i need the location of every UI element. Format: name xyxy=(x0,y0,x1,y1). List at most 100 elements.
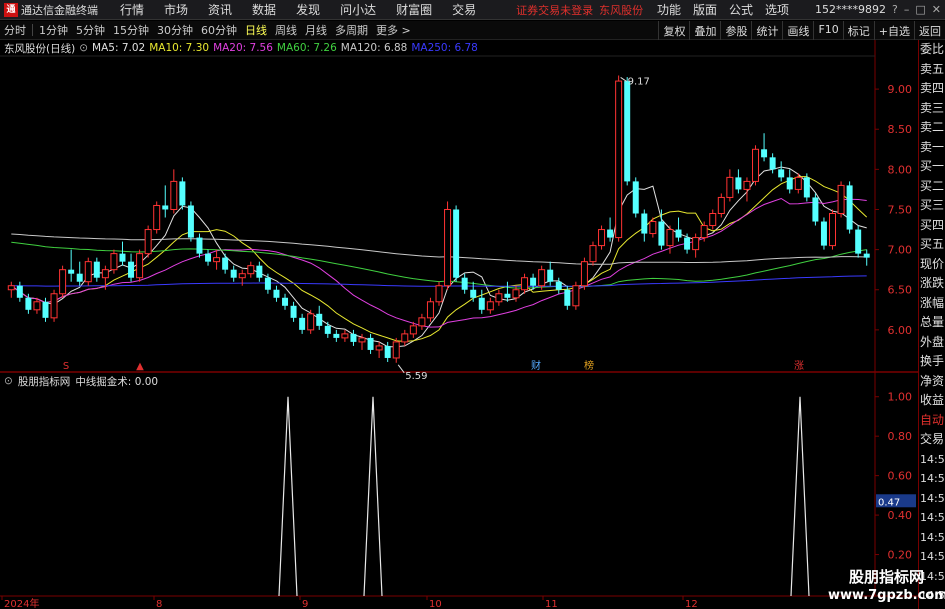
candle-body xyxy=(205,253,212,262)
date-tick-label: 10 xyxy=(429,599,442,609)
candle xyxy=(752,145,760,186)
quote-field-label: 涨跌 xyxy=(920,276,945,290)
quote-field-label: 买三 xyxy=(920,198,945,212)
price-tick-label: 7.50 xyxy=(888,203,913,216)
period-daily[interactable]: 日线 xyxy=(245,22,267,38)
candle xyxy=(119,241,126,266)
period-weekly[interactable]: 周线 xyxy=(275,22,297,38)
menu-faxian[interactable]: 发现 xyxy=(296,1,320,18)
candle-body xyxy=(333,333,340,338)
app-logo-icon: 通 xyxy=(4,2,18,17)
candle-body xyxy=(238,273,246,279)
ma10-label: MA10: 7.30 xyxy=(149,42,210,54)
menu-caifuquan[interactable]: 财富圈 xyxy=(396,1,432,18)
user-account[interactable]: 152****9892 xyxy=(815,3,886,16)
candle-body xyxy=(367,337,374,350)
tool-f10[interactable]: F10 xyxy=(813,21,842,40)
tool-fuquan[interactable]: 复权 xyxy=(658,21,689,40)
ind-tick-label: 0.80 xyxy=(888,430,913,443)
candle xyxy=(144,225,152,258)
period-15min[interactable]: 15分钟 xyxy=(113,22,149,38)
candle xyxy=(264,273,271,294)
menu-banmian[interactable]: 版面 xyxy=(693,1,717,18)
trade-time: 14:56 xyxy=(920,491,945,505)
menu-jiaoyi[interactable]: 交易 xyxy=(452,1,476,18)
period-30min[interactable]: 30分钟 xyxy=(157,22,193,38)
trade-login-warning[interactable]: 证券交易未登录 xyxy=(516,2,593,18)
candle-body xyxy=(273,289,280,298)
period-monthly[interactable]: 月线 xyxy=(305,22,327,38)
menu-hangqing[interactable]: 行情 xyxy=(120,1,144,18)
indicator-axis: 1.00 0.80 0.60 0.470.40 0.20 xyxy=(875,391,916,562)
candle xyxy=(367,333,374,354)
ind-tick-label: 0.60 xyxy=(888,470,913,483)
tool-cangu[interactable]: 参股 xyxy=(720,21,751,40)
candle xyxy=(675,217,682,242)
candle-body xyxy=(778,169,785,178)
candle-body xyxy=(564,289,571,306)
menu-gongneng[interactable]: 功能 xyxy=(657,1,681,18)
candle-body xyxy=(453,209,460,278)
tool-biaoji[interactable]: 标记 xyxy=(842,21,874,40)
quote-field-label: 收益 xyxy=(920,393,945,407)
indicator-name: 股朋指标网 xyxy=(17,375,71,388)
candle-body xyxy=(84,261,92,283)
candle-body xyxy=(392,341,400,359)
candle-body xyxy=(247,265,255,275)
candle-body xyxy=(572,285,580,307)
quote-field-label: 外盘 xyxy=(920,334,945,349)
menu-xuanxiang[interactable]: 选项 xyxy=(765,1,789,18)
trade-detail-tab[interactable]: 交易 xyxy=(919,430,945,450)
price-tick-label: 9.00 xyxy=(888,83,913,96)
candle xyxy=(470,281,477,302)
candle xyxy=(486,297,494,314)
candle-body xyxy=(307,313,315,331)
candle-body xyxy=(589,245,597,263)
menu-gongshi[interactable]: 公式 xyxy=(729,1,753,18)
maximize-icon[interactable]: □ xyxy=(915,3,925,16)
menu-wenxiaoda[interactable]: 问小达 xyxy=(340,1,376,18)
period-1min[interactable]: 1分钟 xyxy=(39,22,68,38)
minimize-icon[interactable]: – xyxy=(904,3,910,16)
period-fenshi[interactable]: 分时 xyxy=(4,22,26,38)
candle xyxy=(495,289,503,306)
period-multi[interactable]: 多周期 xyxy=(335,22,368,38)
period-60min[interactable]: 60分钟 xyxy=(201,22,237,38)
candle-body xyxy=(128,261,135,278)
indicator-toggle-icon[interactable]: ⊙ xyxy=(4,375,13,387)
auto-toggle[interactable]: 自动 xyxy=(919,411,945,431)
candle-body xyxy=(76,273,83,282)
candle-body xyxy=(59,269,67,295)
candle xyxy=(136,249,144,282)
menu-shuju[interactable]: 数据 xyxy=(252,1,276,18)
help-icon[interactable]: ? xyxy=(892,3,898,16)
period-more[interactable]: 更多 > xyxy=(376,22,411,38)
kline-chart[interactable]: 9.17 5.59 S ▲ 财 榜 涨 9.00 8.50 8.00 7.50 7.00 6.50 6… xyxy=(0,40,918,609)
candle xyxy=(478,289,485,314)
quote-field-label: 买五 xyxy=(920,237,945,251)
tool-tongji[interactable]: 统计 xyxy=(751,21,782,40)
candle-body xyxy=(692,237,700,251)
candle-body xyxy=(863,253,870,258)
period-5min[interactable]: 5分钟 xyxy=(76,22,105,38)
tool-back[interactable]: 返回 xyxy=(914,21,945,40)
close-icon[interactable]: ✕ xyxy=(932,3,941,16)
candle-body xyxy=(495,293,503,303)
title-bar: 通 通达信金融终端 行情 市场 资讯 数据 发现 问小达 财富圈 交易 证券交易… xyxy=(0,0,945,20)
event-markers: S ▲ 财 榜 涨 xyxy=(63,359,804,372)
candle-body xyxy=(435,285,443,303)
candle xyxy=(812,193,819,226)
legend-toggle-icon[interactable]: ⊙ xyxy=(79,42,88,54)
candle-body xyxy=(547,269,554,282)
tool-huaxian[interactable]: 画线 xyxy=(782,21,813,40)
candle-body xyxy=(299,317,306,330)
tool-diejia[interactable]: 叠加 xyxy=(689,21,720,40)
candle-body xyxy=(426,301,434,319)
tool-add-watchlist[interactable]: +自选 xyxy=(873,21,914,40)
quote-field-label: 总量 xyxy=(920,315,945,329)
quote-field-label: 卖四 xyxy=(920,81,945,95)
candle xyxy=(282,293,289,310)
menu-shichang[interactable]: 市场 xyxy=(164,1,188,18)
candle xyxy=(384,341,391,362)
menu-zixun[interactable]: 资讯 xyxy=(208,1,232,18)
